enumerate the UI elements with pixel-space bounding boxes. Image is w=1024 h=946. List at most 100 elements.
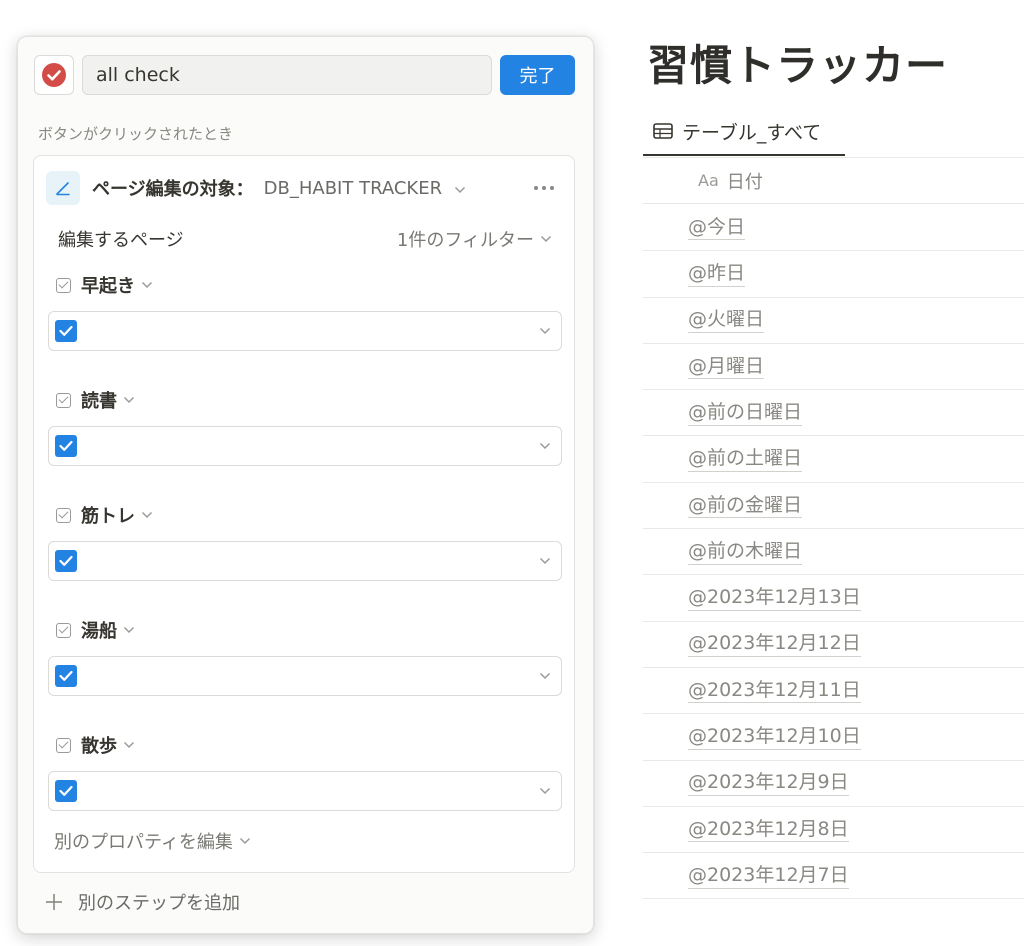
table-row[interactable]: @火曜日 xyxy=(643,298,1024,344)
property-edit-workout: 筋トレ xyxy=(48,500,562,596)
checkbox-checked[interactable] xyxy=(55,550,77,572)
table-row[interactable]: @今日 xyxy=(643,205,1024,252)
chevron-down-icon xyxy=(539,327,551,335)
date-mention[interactable]: @2023年12月8日 xyxy=(688,817,849,843)
chevron-down-icon xyxy=(540,235,552,243)
property-value-select[interactable] xyxy=(48,771,562,811)
column-header-date[interactable]: Aa 日付 xyxy=(643,158,1024,204)
chevron-down-icon xyxy=(539,557,551,565)
edit-another-property-button[interactable]: 別のプロパティを編集 xyxy=(54,828,251,854)
tab-label: テーブル_すべて xyxy=(682,121,822,144)
date-mention[interactable]: @前の土曜日 xyxy=(688,446,803,472)
property-name: 筋トレ xyxy=(81,506,135,527)
add-step-button[interactable]: 別のステップを追加 xyxy=(44,889,240,915)
done-button[interactable]: 完了 xyxy=(500,55,575,95)
checkmark-icon xyxy=(59,670,73,681)
filter-selector[interactable]: 1件のフィルター xyxy=(397,226,552,252)
table-row[interactable]: @月曜日 xyxy=(643,344,1024,391)
date-mention[interactable]: @2023年12月10日 xyxy=(688,724,861,750)
table-row[interactable]: @前の日曜日 xyxy=(643,390,1024,437)
property-selector[interactable]: 散歩 xyxy=(56,730,135,760)
database-selector[interactable]: DB_HABIT TRACKER xyxy=(264,178,466,199)
property-name: 散歩 xyxy=(81,736,117,757)
chevron-down-icon xyxy=(123,626,135,634)
date-mention[interactable]: @前の日曜日 xyxy=(688,400,803,426)
property-value-select[interactable] xyxy=(48,426,562,466)
button-icon-picker[interactable] xyxy=(34,55,74,95)
table-row[interactable]: @2023年12月8日 xyxy=(643,807,1024,854)
table-icon xyxy=(653,123,673,139)
table-row[interactable]: @前の土曜日 xyxy=(643,436,1024,483)
pages-to-edit-row: 編集するページ 1件のフィルター xyxy=(58,224,552,254)
checkbox-checked[interactable] xyxy=(55,320,77,342)
table-row[interactable]: @前の金曜日 xyxy=(643,483,1024,530)
date-mention[interactable]: @月曜日 xyxy=(688,354,765,380)
property-selector[interactable]: 読書 xyxy=(56,385,135,415)
table-row[interactable]: @昨日 xyxy=(643,251,1024,298)
property-selector[interactable]: 早起き xyxy=(56,270,153,300)
chevron-down-icon xyxy=(539,787,551,795)
property-name: 早起き xyxy=(81,276,135,297)
page-title: 習慣トラッカー xyxy=(647,41,949,90)
database-name: DB_HABIT TRACKER xyxy=(263,177,443,199)
property-edit-bath: 湯船 xyxy=(48,615,562,711)
chevron-down-icon xyxy=(539,672,551,680)
chevron-down-icon xyxy=(539,442,551,450)
property-edit-early-rise: 早起き xyxy=(48,270,562,366)
date-mention[interactable]: @火曜日 xyxy=(688,307,765,334)
property-edit-walk: 散歩 xyxy=(48,730,562,826)
property-selector[interactable]: 湯船 xyxy=(56,615,135,645)
property-value-select[interactable] xyxy=(48,541,562,581)
date-mention[interactable]: @2023年12月13日 xyxy=(688,585,861,611)
step-icon xyxy=(46,171,80,205)
checkbox-checked[interactable] xyxy=(55,780,77,802)
date-mention[interactable]: @2023年12月7日 xyxy=(688,863,849,889)
checkmark-icon xyxy=(59,555,73,566)
date-mention[interactable]: @2023年12月11日 xyxy=(688,678,861,704)
property-name: 読書 xyxy=(81,391,117,412)
table-row[interactable]: @2023年12月7日 xyxy=(643,853,1024,900)
checkmark-icon xyxy=(59,785,73,796)
table-row[interactable]: @2023年12月12日 xyxy=(643,622,1024,668)
column-header-label: 日付 xyxy=(726,171,763,193)
date-mention[interactable]: @2023年12月9日 xyxy=(688,770,849,797)
tab-table-all[interactable]: テーブル_すべて xyxy=(643,108,845,156)
property-value-select[interactable] xyxy=(48,311,562,351)
property-value-select[interactable] xyxy=(48,656,562,696)
button-name-input[interactable] xyxy=(82,55,492,95)
table-row[interactable]: @前の木曜日 xyxy=(643,529,1024,576)
chevron-down-icon xyxy=(123,396,135,404)
plus-icon xyxy=(46,894,62,910)
date-mention[interactable]: @今日 xyxy=(688,215,746,241)
checkbox-property-icon xyxy=(56,622,71,638)
date-mention[interactable]: @前の金曜日 xyxy=(688,493,803,519)
checkbox-checked[interactable] xyxy=(55,665,77,687)
pages-to-edit-label: 編集するページ xyxy=(58,230,184,251)
date-mention[interactable]: @2023年12月12日 xyxy=(688,631,861,658)
property-name: 湯船 xyxy=(81,621,117,642)
checkmark-icon xyxy=(59,440,73,451)
more-options-button[interactable] xyxy=(530,178,558,198)
checkbox-checked[interactable] xyxy=(55,435,77,457)
table-row[interactable]: @2023年12月9日 xyxy=(643,761,1024,807)
chevron-down-icon xyxy=(141,511,153,519)
step-header: ページ編集の対象： DB_HABIT TRACKER xyxy=(46,170,562,206)
table-row[interactable]: @2023年12月11日 xyxy=(643,668,1024,715)
add-step-label: 別のステップを追加 xyxy=(78,893,240,914)
table-row[interactable]: @2023年12月10日 xyxy=(643,714,1024,761)
date-mention[interactable]: @前の木曜日 xyxy=(688,539,803,565)
chevron-down-icon xyxy=(454,186,465,193)
text-property-icon: Aa xyxy=(698,171,719,190)
table-body: @今日 @昨日 @火曜日 @月曜日 @前の日曜日 @前の土曜日 @前の金曜日 @… xyxy=(643,205,1024,900)
table-row[interactable]: @2023年12月13日 xyxy=(643,575,1024,622)
edit-pages-step: ページ編集の対象： DB_HABIT TRACKER 編集するページ 1件のフィ… xyxy=(33,155,575,873)
pencil-icon xyxy=(56,182,70,196)
property-edit-reading: 読書 xyxy=(48,385,562,481)
checkbox-property-icon xyxy=(56,277,71,293)
property-selector[interactable]: 筋トレ xyxy=(56,500,153,530)
date-mention[interactable]: @昨日 xyxy=(688,261,746,287)
checkbox-property-icon xyxy=(56,507,71,523)
checkmark-icon xyxy=(59,325,73,336)
chevron-down-icon xyxy=(239,837,250,845)
checkbox-property-icon xyxy=(56,392,71,408)
